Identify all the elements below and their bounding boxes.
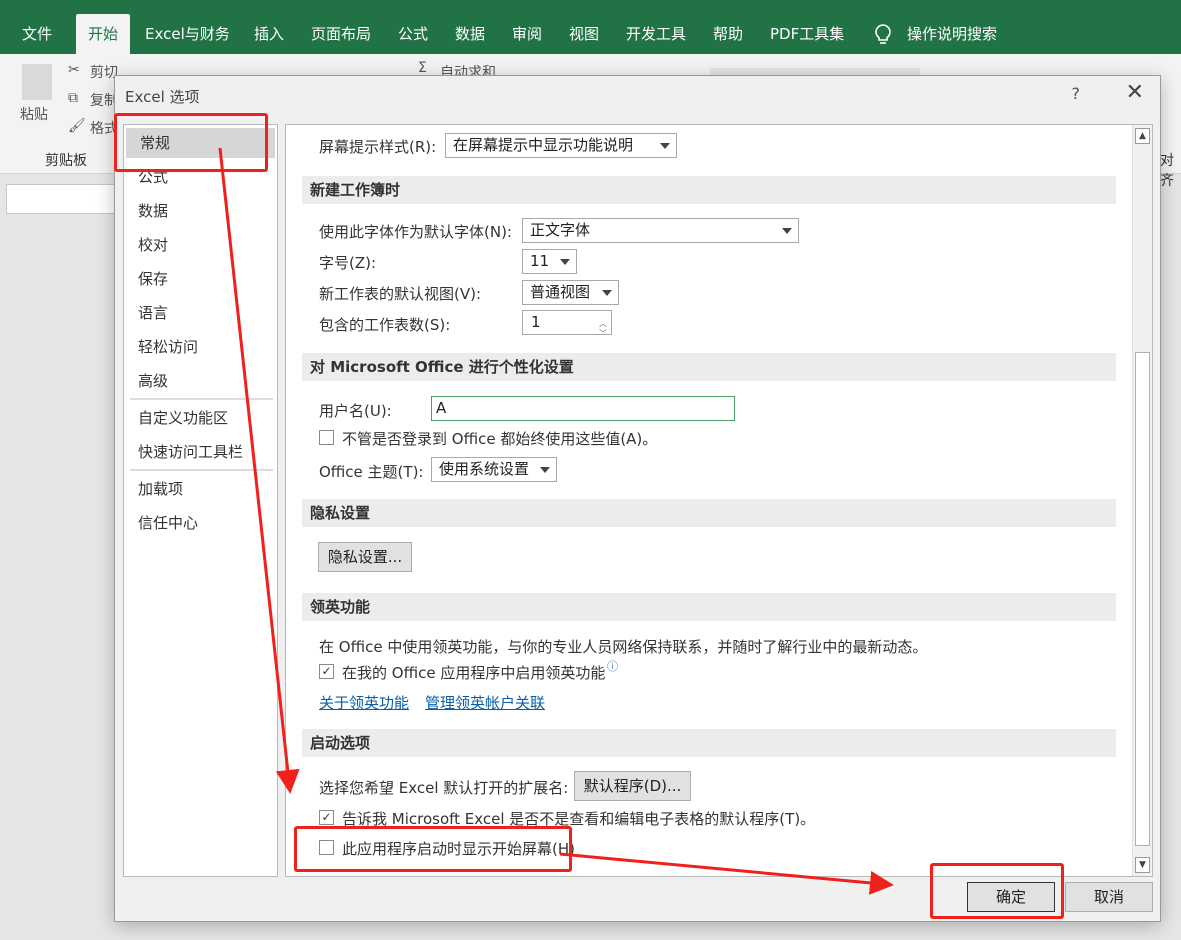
chevron-down-icon [540, 467, 550, 473]
tab-review[interactable]: 审阅 [512, 14, 542, 54]
tab-page-layout[interactable]: 页面布局 [311, 14, 371, 54]
tab-insert[interactable]: 插入 [254, 14, 284, 54]
nav-item-data[interactable]: 数据 [124, 196, 277, 226]
chevron-down-icon [660, 143, 670, 149]
default-view-label: 新工作表的默认视图(V): [319, 285, 482, 303]
format-painter-icon: 🖌 [68, 118, 86, 134]
close-button[interactable]: ✕ [1126, 80, 1144, 105]
tooltip-style-label: 屏幕提示样式(R): [319, 138, 437, 156]
tab-formulas[interactable]: 公式 [398, 14, 428, 54]
copy-icon: ⧉ [68, 90, 78, 106]
sheet-count-spinner[interactable]: 1 ︿ ﹀ [522, 310, 612, 338]
lightbulb-icon [875, 24, 891, 44]
nav-item-save[interactable]: 保存 [124, 264, 277, 294]
nav-item-trust-center[interactable]: 信任中心 [124, 508, 277, 538]
spin-down-icon[interactable]: ﹀ [599, 322, 607, 345]
nav-item-quick-access[interactable]: 快速访问工具栏 [124, 437, 277, 467]
username-label: 用户名(U): [319, 402, 392, 420]
chevron-down-icon [602, 290, 612, 296]
cancel-button[interactable]: 取消 [1065, 882, 1153, 912]
default-view-value: 普通视图 [530, 283, 591, 301]
default-view-select[interactable]: 普通视图 [522, 280, 619, 305]
scissors-icon: ✂ [68, 62, 80, 78]
ribbon-tabbar: 文件 开始 Excel与财务 插入 页面布局 公式 数据 审阅 视图 开发工具 … [0, 0, 1181, 54]
tab-help[interactable]: 帮助 [713, 14, 743, 54]
annotation-box-ok [930, 863, 1064, 919]
tab-pdf-tools[interactable]: PDF工具集 [770, 14, 844, 54]
linkedin-description: 在 Office 中使用领英功能，与你的专业人员网络保持联系，并随时了解行业中的… [319, 638, 928, 656]
autosum-icon: Σ [418, 60, 427, 76]
office-theme-select[interactable]: 使用系统设置 [431, 457, 557, 482]
nav-divider [130, 398, 273, 400]
default-font-select[interactable]: 正文字体 [522, 218, 799, 243]
username-input[interactable]: A [431, 396, 735, 421]
nav-item-advanced[interactable]: 高级 [124, 366, 277, 396]
section-privacy: 隐私设置 [302, 499, 1116, 527]
sheet-count-label: 包含的工作表数(S): [319, 316, 451, 334]
nav-item-addins[interactable]: 加载项 [124, 474, 277, 504]
annotation-box-start-screen [294, 826, 572, 872]
chevron-down-icon [782, 228, 792, 234]
clipboard-group-label: 剪贴板 [45, 153, 87, 169]
vertical-scrollbar[interactable]: ▲ ▼ [1132, 125, 1152, 876]
tooltip-style-select[interactable]: 在屏幕提示中显示功能说明 [445, 133, 677, 158]
paste-icon[interactable] [22, 64, 52, 100]
nav-item-customize-ribbon[interactable]: 自定义功能区 [124, 403, 277, 433]
tab-developer[interactable]: 开发工具 [626, 14, 686, 54]
options-nav: 常规 公式 数据 校对 保存 语言 轻松访问 高级 自定义功能区 快速访问工具栏… [123, 124, 278, 877]
align-group-label: 对齐 [1160, 153, 1174, 189]
tab-excel-finance[interactable]: Excel与财务 [145, 14, 230, 54]
manage-linkedin-link[interactable]: 管理领英帐户关联 [425, 692, 545, 713]
section-linkedin: 领英功能 [302, 593, 1116, 621]
section-new-workbook: 新建工作簿时 [302, 176, 1116, 204]
help-button[interactable]: ? [1072, 84, 1081, 103]
scroll-thumb[interactable] [1135, 352, 1150, 846]
always-use-label: 不管是否登录到 Office 都始终使用这些值(A)。 [342, 430, 658, 448]
tell-me-search[interactable]: 操作说明搜索 [907, 14, 997, 54]
font-size-label: 字号(Z): [319, 254, 377, 272]
always-use-checkbox[interactable] [319, 430, 334, 445]
nav-item-accessibility[interactable]: 轻松访问 [124, 332, 277, 362]
scroll-up-icon[interactable]: ▲ [1135, 128, 1150, 144]
paste-label[interactable]: 粘贴 [20, 104, 48, 124]
nav-item-proofing[interactable]: 校对 [124, 230, 277, 260]
options-content: 屏幕提示样式(R): 在屏幕提示中显示功能说明 新建工作簿时 使用此字体作为默认… [285, 124, 1153, 877]
default-font-value: 正文字体 [530, 221, 591, 239]
nav-divider [130, 469, 273, 471]
enable-linkedin-label: 在我的 Office 应用程序中启用领英功能 [342, 664, 606, 682]
default-font-label: 使用此字体作为默认字体(N): [319, 223, 512, 241]
name-box[interactable] [6, 184, 126, 214]
info-icon[interactable]: ⓘ [607, 658, 618, 674]
tab-home[interactable]: 开始 [76, 14, 131, 54]
sheet-count-value: 1 [531, 313, 541, 331]
font-size-select[interactable]: 11 [522, 249, 577, 274]
enable-linkedin-checkbox[interactable]: ✓ [319, 664, 334, 679]
tooltip-style-value: 在屏幕提示中显示功能说明 [453, 136, 634, 154]
about-linkedin-link[interactable]: 关于领英功能 [319, 692, 409, 713]
privacy-settings-button[interactable]: 隐私设置... [318, 542, 412, 572]
chevron-down-icon [560, 259, 570, 265]
font-size-value: 11 [530, 252, 550, 270]
tab-view[interactable]: 视图 [569, 14, 599, 54]
tab-file[interactable]: 文件 [22, 14, 52, 54]
dialog-title: Excel 选项 [125, 88, 200, 106]
nav-item-language[interactable]: 语言 [124, 298, 277, 328]
default-programs-button[interactable]: 默认程序(D)... [574, 771, 691, 801]
office-theme-label: Office 主题(T): [319, 463, 424, 481]
scroll-down-icon[interactable]: ▼ [1135, 857, 1150, 873]
section-startup: 启动选项 [302, 729, 1116, 757]
annotation-box-general [114, 113, 268, 172]
office-theme-value: 使用系统设置 [439, 460, 530, 478]
tab-data[interactable]: 数据 [455, 14, 485, 54]
excel-options-dialog: Excel 选项 ? ✕ 常规 公式 数据 校对 保存 语言 轻松访问 高级 自… [114, 75, 1161, 922]
default-extension-label: 选择您希望 Excel 默认打开的扩展名: [319, 779, 569, 797]
tell-me-checkbox[interactable]: ✓ [319, 810, 334, 825]
section-personalize: 对 Microsoft Office 进行个性化设置 [302, 353, 1116, 381]
